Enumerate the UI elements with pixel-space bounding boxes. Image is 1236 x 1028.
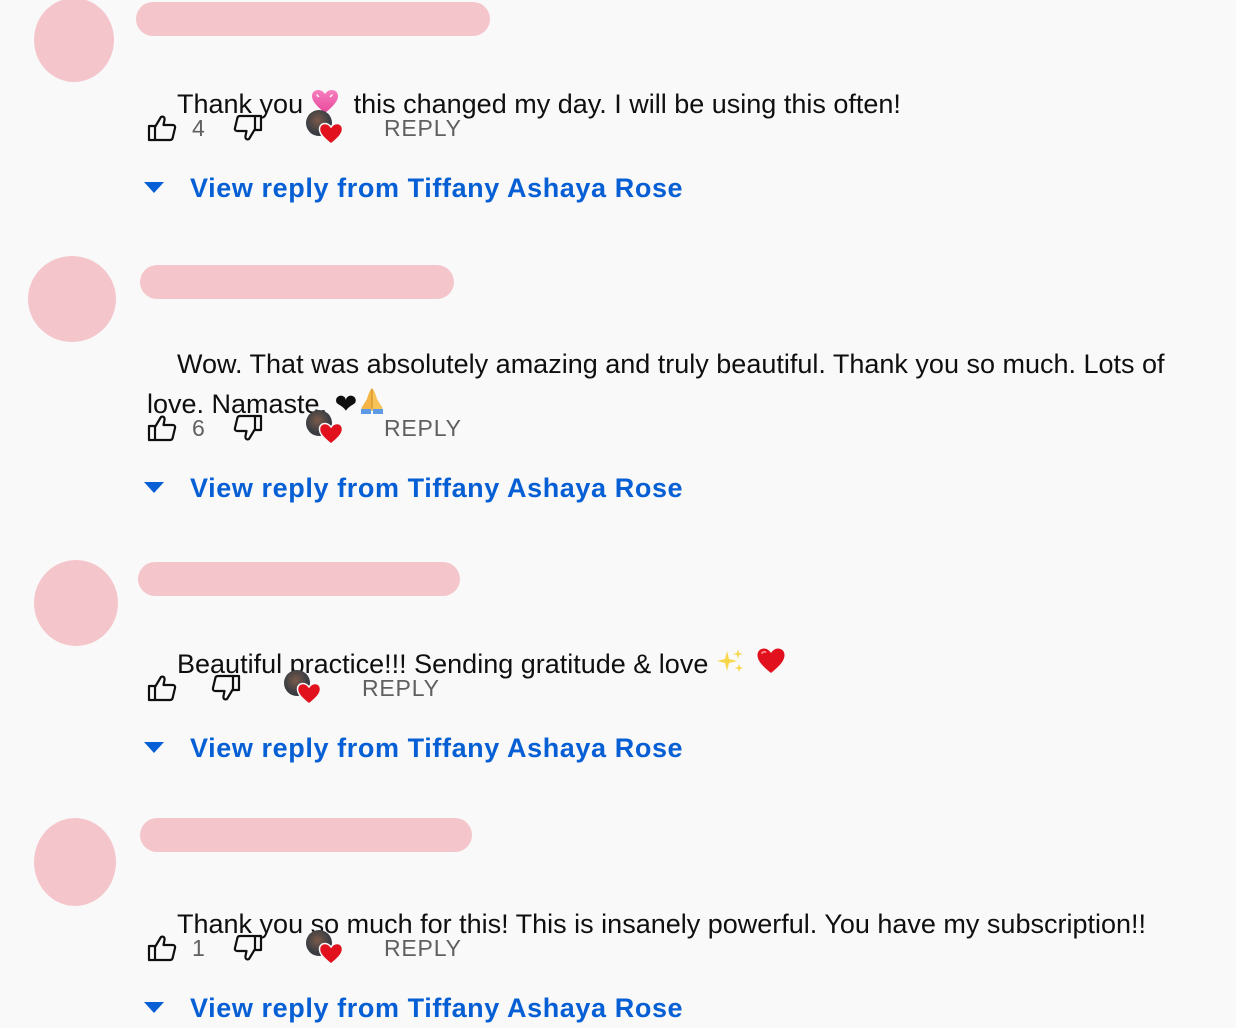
creator-heart-icon <box>318 122 344 145</box>
creator-heart <box>302 410 344 446</box>
comment-actions: REPLY <box>146 670 440 706</box>
reply-button[interactable]: REPLY <box>362 675 440 702</box>
like-button[interactable] <box>146 112 178 144</box>
thumbs-down-icon <box>233 114 263 141</box>
creator-heart-icon <box>318 422 344 445</box>
sparkles-emoji <box>716 646 746 686</box>
caret-down-icon <box>142 736 166 760</box>
view-replies-button[interactable]: View reply from Tiffany Ashaya Rose <box>142 728 683 768</box>
view-replies-button[interactable]: View reply from Tiffany Ashaya Rose <box>142 168 683 208</box>
creator-heart <box>280 670 322 706</box>
author-name-redacted[interactable] <box>140 818 472 852</box>
creator-heart-icon <box>318 942 344 965</box>
creator-heart <box>302 110 344 146</box>
dislike-button[interactable] <box>232 932 264 964</box>
reply-button[interactable]: REPLY <box>384 415 462 442</box>
comment-actions: 1 REPLY <box>146 930 462 966</box>
like-count: 4 <box>192 114 205 141</box>
comment-actions: 6 REPLY <box>146 410 462 446</box>
commenter-avatar[interactable] <box>28 256 116 342</box>
commenter-avatar[interactable] <box>34 560 118 646</box>
thumbs-up-icon <box>147 115 177 142</box>
thumbs-up-icon <box>147 675 177 702</box>
like-button[interactable] <box>146 412 178 444</box>
comment-actions: 4 REPLY <box>146 110 462 146</box>
view-replies-label: View reply from Tiffany Ashaya Rose <box>190 472 684 503</box>
caret-down-icon <box>142 176 166 200</box>
view-replies-button[interactable]: View reply from Tiffany Ashaya Rose <box>142 988 683 1028</box>
author-name-redacted[interactable] <box>136 2 490 36</box>
view-replies-label: View reply from Tiffany Ashaya Rose <box>190 732 684 763</box>
view-replies-button[interactable]: View reply from Tiffany Ashaya Rose <box>142 468 683 508</box>
thumbs-down-icon <box>233 414 263 441</box>
comment-text: Thank you so much for this! This is insa… <box>147 864 1207 984</box>
view-replies-label: View reply from Tiffany Ashaya Rose <box>190 172 684 203</box>
thumbs-up-icon <box>147 935 177 962</box>
view-replies-label: View reply from Tiffany Ashaya Rose <box>190 992 684 1023</box>
commenter-avatar[interactable] <box>34 0 114 82</box>
red-heart-emoji <box>756 646 786 686</box>
like-button[interactable] <box>146 932 178 964</box>
caret-down-icon <box>142 996 166 1020</box>
comment-text: Thank you this changed my day. I will be… <box>147 44 1207 166</box>
thumbs-down-icon <box>211 674 241 701</box>
dislike-button[interactable] <box>232 112 264 144</box>
thumbs-down-icon <box>233 934 263 961</box>
author-name-redacted[interactable] <box>138 562 460 596</box>
comment-text-part: Wow. That was absolutely amazing and tru… <box>147 349 1173 419</box>
thumbs-up-icon <box>147 415 177 442</box>
like-count: 1 <box>192 934 205 961</box>
like-count: 6 <box>192 414 205 441</box>
dislike-button[interactable] <box>232 412 264 444</box>
commenter-avatar[interactable] <box>34 818 116 906</box>
reply-button[interactable]: REPLY <box>384 115 462 142</box>
dislike-button[interactable] <box>210 672 242 704</box>
author-name-redacted[interactable] <box>140 265 454 299</box>
comment-text: Beautiful practice!!! Sending gratitude … <box>147 604 1207 726</box>
like-button[interactable] <box>146 672 178 704</box>
creator-heart-icon <box>296 682 322 705</box>
reply-button[interactable]: REPLY <box>384 935 462 962</box>
creator-heart <box>302 930 344 966</box>
caret-down-icon <box>142 476 166 500</box>
